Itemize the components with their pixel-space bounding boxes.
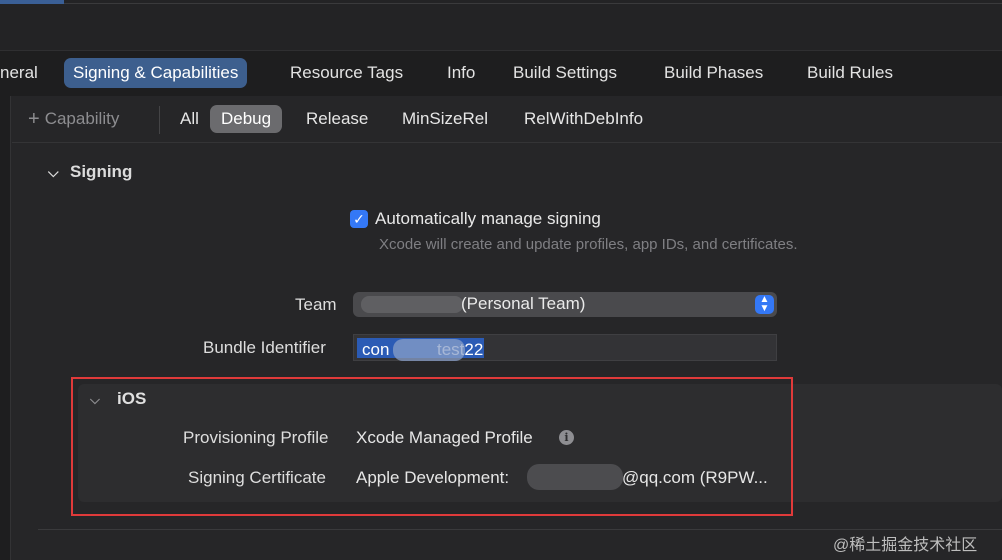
tab-build-rules[interactable]: Build Rules	[798, 58, 902, 88]
tab-info[interactable]: Info	[438, 58, 484, 88]
editor-tab-bar: neral Signing & Capabilities Resource Ta…	[0, 52, 1002, 96]
tab-build-phases[interactable]: Build Phases	[655, 58, 772, 88]
config-release[interactable]: Release	[295, 105, 379, 133]
team-value: (Personal Team)	[461, 294, 586, 313]
redacted-team-name	[361, 296, 463, 313]
tab-general[interactable]: neral	[0, 58, 47, 88]
config-all[interactable]: All	[169, 105, 210, 133]
watermark: @稀土掘金技术社区	[833, 537, 978, 554]
stepper-icon: ▲ ▼	[755, 295, 774, 314]
bundle-identifier-field[interactable]: con test22	[353, 334, 777, 361]
auto-manage-description: Xcode will create and update profiles, a…	[379, 236, 798, 253]
signing-title: Signing	[70, 162, 133, 181]
plus-icon: +	[28, 108, 40, 130]
toolbar-separator	[159, 106, 160, 134]
chevron-down-icon: ⌵	[48, 164, 59, 180]
tab-resource-tags[interactable]: Resource Tags	[281, 58, 412, 88]
configuration-divider	[12, 142, 1002, 143]
toolbar-accent	[0, 0, 64, 4]
text-selection: con test22	[357, 338, 484, 361]
auto-manage-label: Automatically manage signing	[375, 209, 601, 228]
config-minsizerel[interactable]: MinSizeRel	[391, 105, 499, 133]
bottom-divider	[38, 529, 1002, 530]
bundle-identifier-prefix: con	[362, 340, 390, 359]
annotation-highlight-box	[71, 377, 793, 516]
checkmark-icon: ✓	[353, 211, 365, 227]
redacted-bundle-part	[393, 339, 465, 361]
auto-manage-checkbox[interactable]: ✓	[350, 210, 368, 228]
team-select[interactable]: (Personal Team) ▲ ▼	[353, 292, 777, 317]
signing-section-header[interactable]: ⌵ Signing	[48, 162, 132, 182]
add-capability-button[interactable]: + Capability	[28, 107, 119, 130]
window-toolbar	[0, 0, 1002, 51]
team-label: Team	[295, 295, 337, 314]
bundle-identifier-label: Bundle Identifier	[203, 338, 326, 357]
tab-build-settings[interactable]: Build Settings	[504, 58, 626, 88]
config-relwithdebinfo[interactable]: RelWithDebInfo	[513, 105, 654, 133]
toolbar-divider	[64, 3, 1002, 4]
tab-signing-capabilities[interactable]: Signing & Capabilities	[64, 58, 248, 88]
config-debug[interactable]: Debug	[210, 105, 283, 133]
configuration-bar: + Capability All Debug Release MinSizeRel…	[12, 98, 1002, 142]
add-capability-label: Capability	[44, 109, 120, 128]
